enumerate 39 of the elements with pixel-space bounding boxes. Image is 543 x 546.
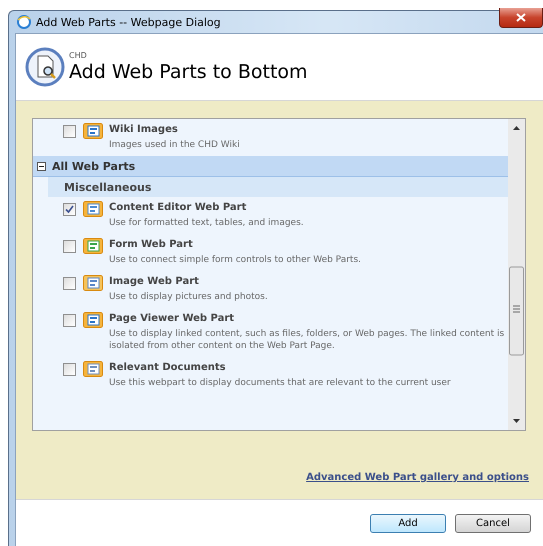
close-icon — [516, 13, 526, 22]
checkbox[interactable] — [63, 203, 76, 216]
web-part-icon — [83, 275, 103, 291]
close-button[interactable] — [499, 8, 543, 28]
advanced-gallery-link[interactable]: Advanced Web Part gallery and options — [306, 472, 529, 483]
web-part-title: Wiki Images — [109, 123, 179, 136]
browser-icon — [17, 15, 31, 29]
scrollbar[interactable] — [508, 119, 525, 430]
window-title: Add Web Parts -- Webpage Dialog — [36, 16, 221, 28]
web-part-description: Use to display pictures and photos. — [109, 291, 269, 303]
dialog-button[interactable]: Cancel — [455, 514, 531, 532]
web-part-icon — [83, 361, 103, 377]
checkbox[interactable] — [63, 240, 76, 253]
web-part-title: Image Web Part — [109, 275, 200, 288]
web-part-title: Page Viewer Web Part — [109, 312, 236, 325]
group-title: All Web Parts — [52, 160, 136, 172]
web-part-icon — [83, 123, 103, 139]
web-part-icon — [83, 312, 103, 328]
checkbox[interactable] — [63, 277, 76, 290]
web-part-icon — [83, 238, 103, 254]
web-part-title: Content Editor Web Part — [109, 201, 248, 214]
group-header[interactable]: All Web Parts — [33, 156, 508, 177]
category-title: Miscellaneous — [64, 180, 152, 194]
web-part-title: Form Web Part — [109, 238, 194, 251]
collapse-icon[interactable] — [37, 162, 46, 170]
checkbox[interactable] — [63, 363, 76, 376]
checkbox[interactable] — [63, 125, 76, 138]
site-name: CHD — [69, 50, 88, 60]
web-part-description: Use for formatted text, tables, and images. — [109, 217, 305, 229]
page-search-icon — [25, 47, 65, 87]
web-part-description: Use to connect simple form controls to other Web Parts. — [109, 254, 362, 266]
web-part-icon — [83, 201, 103, 217]
dialog-button[interactable]: Add — [370, 514, 446, 532]
web-part-title: Relevant Documents — [109, 361, 227, 374]
checkbox[interactable] — [63, 314, 76, 327]
web-part-description: Images used in the CHD Wiki — [109, 139, 241, 151]
web-part-description: Use to display linked content, such as files, folders, or Web pages. The linked content is isolated from other content on the Web Part Page. — [109, 328, 506, 352]
web-part-description: Use this webpart to display documents that are relevant to the current user — [109, 377, 452, 389]
dialog-heading: Add Web Parts to Bottom — [69, 60, 308, 84]
